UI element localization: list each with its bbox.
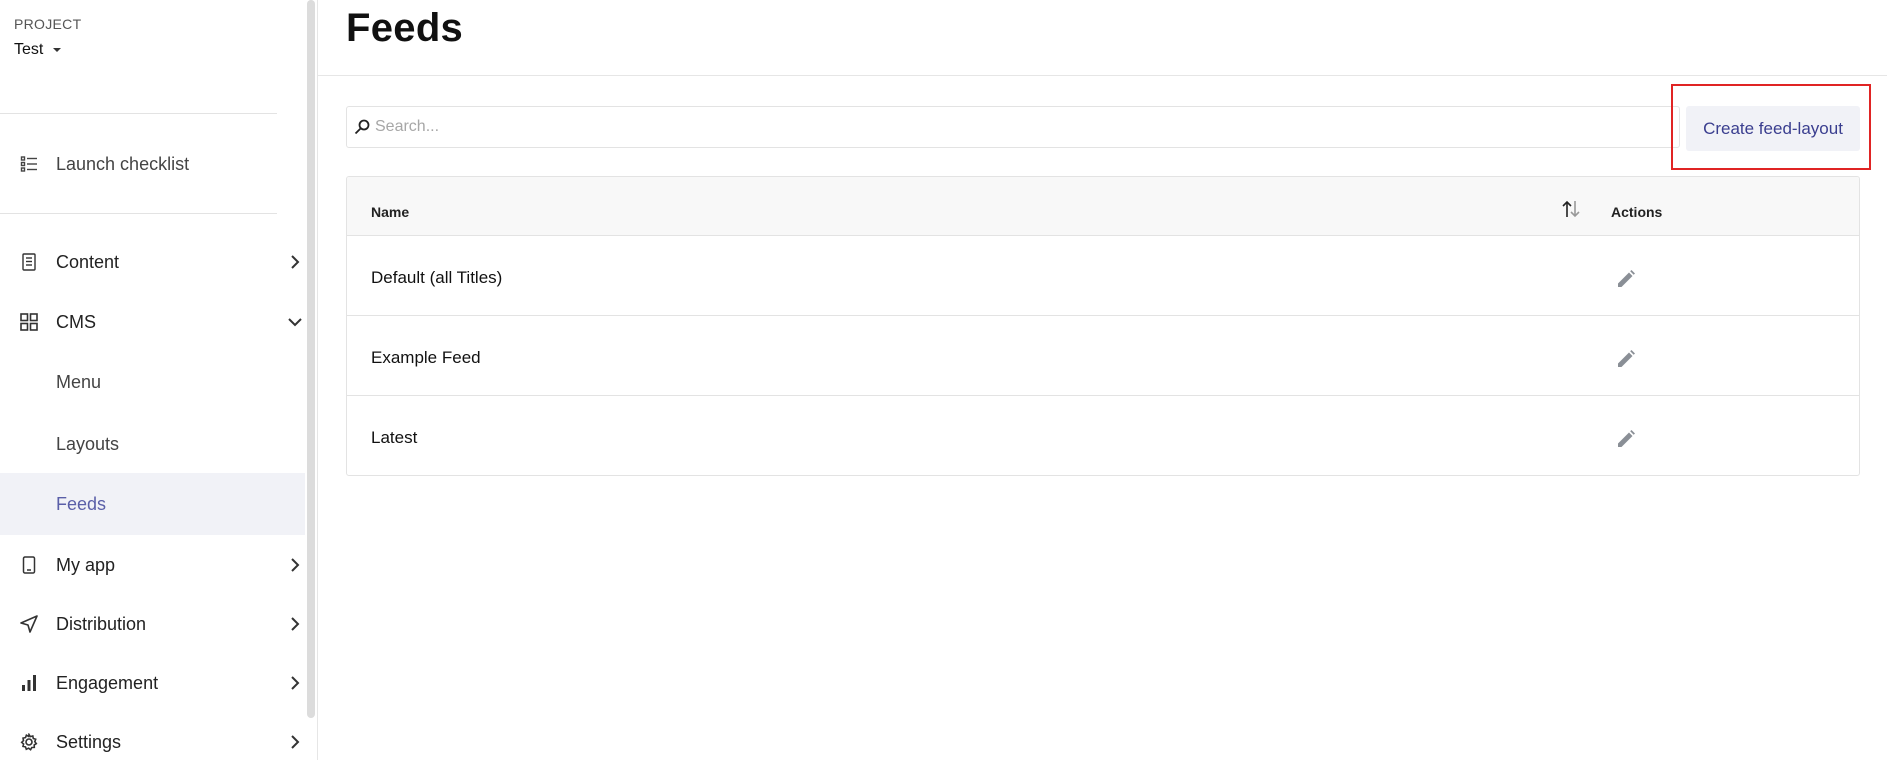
navigation-arrow-icon [20,615,38,633]
sidebar-item-label: Settings [56,731,122,752]
sidebar-item-settings[interactable]: Settings [0,712,305,760]
document-icon [20,253,38,271]
sidebar-item-my-app[interactable]: My app [0,535,305,595]
sidebar-item-distribution[interactable]: Distribution [0,594,305,654]
chevron-right-icon [288,617,302,631]
project-label: PROJECT [14,16,82,32]
sidebar-item-menu[interactable]: Menu [0,352,305,412]
feed-name: Example Feed [371,348,481,367]
table-row[interactable]: Example Feed [347,316,1859,396]
edit-icon[interactable] [1615,428,1637,450]
search-bar [346,106,1680,148]
sidebar: PROJECT Test Launch checklist Content CM… [0,0,318,760]
sidebar-item-engagement[interactable]: Engagement [0,653,305,713]
grid-icon [20,313,38,331]
sidebar-item-label: Engagement [56,672,159,693]
sidebar-item-label: Layouts [56,433,120,454]
header-divider [318,75,1887,76]
sidebar-item-cms[interactable]: CMS [0,292,305,352]
chevron-right-icon [288,255,302,269]
caret-down-icon [53,48,62,52]
sidebar-item-label: Feeds [56,493,107,514]
edit-icon[interactable] [1615,348,1637,370]
sidebar-divider [0,213,277,214]
feeds-table: Name Actions Default (all Titles) Exampl… [346,176,1860,476]
chevron-right-icon [288,558,302,572]
sidebar-item-label: My app [56,554,116,575]
create-feed-layout-button[interactable]: Create feed-layout [1686,106,1860,151]
sidebar-item-launch-checklist[interactable]: Launch checklist [0,134,305,194]
column-header-name: Name [371,204,410,220]
sidebar-item-label: CMS [56,311,96,332]
chevron-right-icon [288,676,302,690]
page-title: Feeds [346,6,464,50]
sidebar-scrollbar[interactable] [307,0,315,718]
project-select[interactable]: Test [14,41,81,59]
project-name: Test [14,41,44,58]
sidebar-item-label: Distribution [56,613,147,634]
table-row[interactable]: Default (all Titles) [347,236,1859,316]
project-switcher: PROJECT Test [14,16,81,59]
chevron-right-icon [288,735,302,749]
sidebar-item-label: Content [56,251,120,272]
sidebar-divider [0,113,277,114]
sort-icon[interactable] [1560,199,1582,219]
feed-name: Latest [371,428,418,447]
sidebar-item-content[interactable]: Content [0,232,305,292]
checklist-icon [20,155,38,173]
column-header-actions: Actions [1611,204,1663,220]
bar-chart-icon [20,674,38,692]
gear-icon [20,733,38,751]
sidebar-item-label: Menu [56,371,102,392]
table-row[interactable]: Latest [347,396,1859,475]
sidebar-item-layouts[interactable]: Layouts [0,414,305,474]
search-icon [353,118,371,136]
chevron-down-icon [288,315,302,329]
sidebar-item-feeds[interactable]: Feeds [0,473,305,535]
feed-name: Default (all Titles) [371,268,503,287]
edit-icon[interactable] [1615,268,1637,290]
phone-icon [20,556,38,574]
table-header: Name Actions [347,177,1859,236]
sidebar-item-label: Launch checklist [56,153,190,174]
search-input[interactable] [375,118,1574,136]
